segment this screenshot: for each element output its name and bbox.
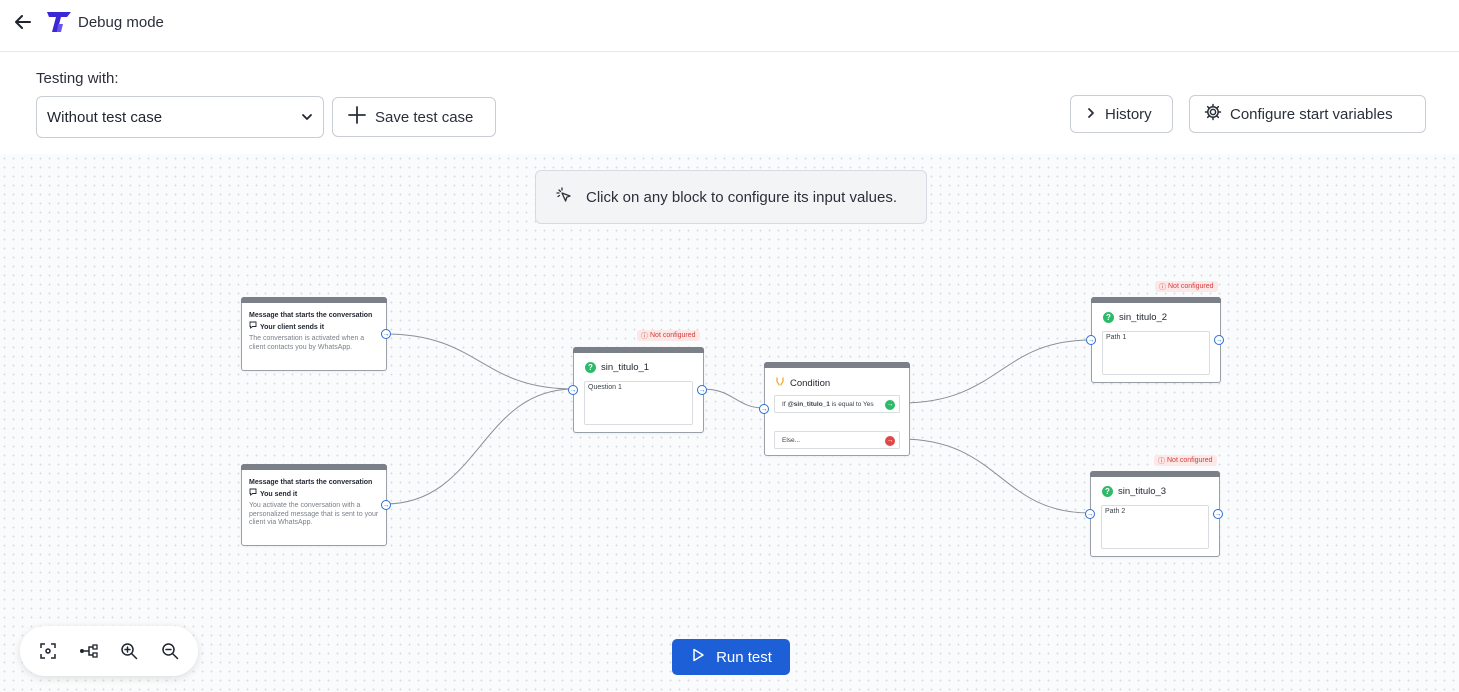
input-handle[interactable]: →: [1085, 509, 1095, 519]
else-output-icon[interactable]: →: [885, 435, 895, 446]
test-case-select-value: Without test case: [47, 108, 163, 126]
condition-variable: @sin_titulo_1: [787, 400, 830, 408]
top-bar: Debug mode: [0, 0, 1459, 52]
question-node-name: sin_titulo_1: [601, 362, 650, 373]
history-button[interactable]: History: [1070, 95, 1173, 133]
node-header-bar: [241, 464, 387, 470]
branch-icon: [775, 377, 785, 390]
start-node-client-sends[interactable]: Message that starts the conversation You…: [241, 297, 391, 371]
node-header-bar: [241, 297, 387, 303]
testing-with-label: Testing with:: [36, 70, 119, 87]
warning-circle-icon: ⓘ: [1159, 283, 1166, 291]
question-icon: ?: [585, 362, 596, 373]
play-icon: [690, 647, 706, 667]
question-icon: ?: [1102, 486, 1113, 497]
question-icon: ?: [1103, 312, 1114, 323]
condition-node-header: Condition: [775, 377, 830, 390]
not-configured-badge: ⓘ Not configured: [1155, 281, 1218, 292]
configure-hint-text: Click on any block to configure its inpu…: [586, 188, 897, 206]
node-header-bar: [573, 347, 704, 353]
edge-condition-yes-to-q2: [900, 339, 1092, 404]
configure-hint-banner: Click on any block to configure its inpu…: [535, 170, 927, 224]
configure-start-variables-button[interactable]: Configure start variables: [1189, 95, 1426, 133]
question-node-header: ? sin_titulo_3: [1102, 486, 1166, 497]
flow-canvas[interactable]: Click on any block to configure its inpu…: [0, 154, 1459, 692]
page-title: Debug mode: [78, 14, 164, 31]
start-node-you-send[interactable]: Message that starts the conversation You…: [241, 464, 391, 546]
save-test-case-label: Save test case: [375, 108, 474, 126]
history-label: History: [1105, 105, 1152, 123]
condition-else-label: Else...: [782, 436, 801, 444]
save-test-case-button[interactable]: Save test case: [332, 97, 496, 137]
start-node-trigger: Your client sends it: [249, 321, 379, 333]
start-node-trigger-label: Your client sends it: [260, 323, 325, 331]
not-configured-badge: ⓘ Not configured: [1154, 455, 1217, 466]
flow-connections: [384, 333, 1092, 514]
question-node-header: ? sin_titulo_1: [585, 362, 649, 373]
not-configured-badge: ⓘ Not configured: [637, 330, 700, 341]
condition-else-row[interactable]: Else... →: [774, 431, 900, 449]
start-node-trigger: You send it: [249, 488, 379, 500]
node-header-bar: [764, 362, 910, 368]
question-node-sin-titulo-2[interactable]: ? sin_titulo_2 Path 1 → →: [1086, 297, 1224, 383]
question-node-header: ? sin_titulo_2: [1103, 312, 1167, 323]
fit-view-icon[interactable]: [32, 635, 64, 667]
run-test-label: Run test: [716, 648, 772, 666]
question-node-body: Question 1: [584, 381, 693, 425]
condition-title: Condition: [790, 378, 831, 389]
test-case-select[interactable]: Without test case: [36, 96, 324, 138]
start-node-description: The conversation is activated when a cli…: [249, 335, 365, 351]
start-node-trigger-label: You send it: [260, 490, 298, 498]
auto-layout-icon[interactable]: [73, 635, 105, 667]
badge-label: Not configured: [1168, 283, 1214, 290]
question-node-body: Path 2: [1101, 505, 1209, 549]
back-arrow-icon[interactable]: [12, 11, 34, 33]
warning-circle-icon: ⓘ: [641, 332, 648, 340]
node-header-bar: [1090, 471, 1220, 477]
edge-start2-to-q1: [384, 388, 575, 505]
question-node-name: sin_titulo_3: [1118, 486, 1167, 497]
badge-label: Not configured: [1167, 457, 1213, 464]
question-node-sin-titulo-3[interactable]: ? sin_titulo_3 Path 2 → →: [1085, 471, 1223, 557]
gear-icon: [1204, 103, 1222, 125]
chat-icon: [249, 321, 257, 333]
condition-node[interactable]: Condition If @sin_titulo_1 is equal to Y…: [759, 362, 910, 456]
plus-icon: [347, 105, 367, 129]
pointer-click-icon: [556, 187, 572, 207]
output-handle[interactable]: →: [381, 329, 391, 339]
node-header-bar: [1091, 297, 1221, 303]
question-node-sin-titulo-1[interactable]: ? sin_titulo_1 Question 1 → →: [568, 347, 707, 433]
input-handle[interactable]: →: [1086, 335, 1096, 345]
warning-circle-icon: ⓘ: [1158, 457, 1165, 465]
zoom-out-icon[interactable]: [154, 635, 186, 667]
start-node-title: Message that starts the conversation: [249, 479, 373, 486]
output-handle[interactable]: →: [381, 500, 391, 510]
output-handle[interactable]: →: [1214, 335, 1224, 345]
output-handle[interactable]: →: [1213, 509, 1223, 519]
start-node-title: Message that starts the conversation: [249, 312, 373, 319]
edge-q1-to-condition: [701, 388, 766, 409]
input-handle[interactable]: →: [568, 385, 578, 395]
question-node-name: sin_titulo_2: [1119, 312, 1168, 323]
start-node-description: You activate the conversation with a per…: [249, 502, 379, 526]
canvas-controls: [20, 626, 198, 676]
run-test-button[interactable]: Run test: [672, 639, 790, 675]
edge-condition-else-to-q3: [900, 438, 1091, 514]
edge-start1-to-q1: [384, 333, 575, 390]
test-toolbar: Testing with: Without test case Save tes…: [0, 52, 1459, 154]
app-logo: [46, 10, 72, 34]
chevron-down-icon: [301, 110, 313, 127]
configure-start-variables-label: Configure start variables: [1230, 105, 1393, 123]
chevron-right-icon: [1085, 106, 1097, 123]
condition-if-prefix: If: [782, 400, 786, 408]
input-handle[interactable]: →: [759, 404, 769, 414]
zoom-in-icon[interactable]: [113, 635, 145, 667]
badge-label: Not configured: [650, 332, 696, 339]
condition-if-row[interactable]: If @sin_titulo_1 is equal to Yes →: [774, 395, 900, 413]
question-node-body: Path 1: [1102, 331, 1210, 375]
condition-if-suffix: is equal to Yes: [831, 400, 874, 408]
chat-icon: [249, 488, 257, 500]
output-handle[interactable]: →: [697, 385, 707, 395]
yes-output-icon[interactable]: →: [885, 399, 895, 410]
